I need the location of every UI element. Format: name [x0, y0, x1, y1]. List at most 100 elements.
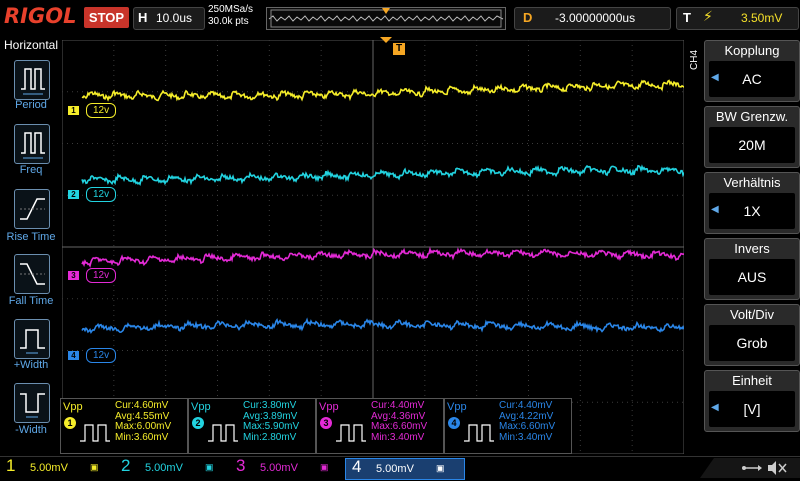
measurement-panel-ch3[interactable]: Vpp 3 Cur:4.40mV Avg:4.36mV Max:6.60mV M…: [316, 398, 444, 454]
channel-vdiv: 5.00mV: [145, 462, 183, 474]
measure-max: Max:6.60mV: [499, 421, 556, 432]
negative-width-icon: [20, 393, 45, 418]
measure-min: Min:3.60mV: [115, 431, 169, 443]
measure-cur: Cur:4.60mV: [115, 400, 169, 411]
rise-time-button[interactable]: [14, 189, 50, 229]
ac-coupling-icon: ▣: [205, 462, 214, 472]
channel-vdiv: 5.00mV: [376, 463, 414, 475]
menu-value: [V]: [709, 391, 795, 427]
status-area: [700, 458, 800, 478]
memory-waveform-thumbnail: [268, 8, 504, 28]
trigger-position-marker: [382, 8, 390, 14]
left-arrow-icon: ◀: [711, 204, 719, 215]
menu-kopplung[interactable]: Kopplung AC ◀: [704, 40, 800, 102]
negative-width-button[interactable]: [14, 383, 50, 423]
channel-number: 4: [352, 457, 362, 476]
menu-title: Einheit: [732, 373, 772, 388]
period-icon: [21, 68, 45, 95]
positive-width-label: +Width: [13, 359, 49, 371]
delay-box[interactable]: D -3.00000000us: [514, 7, 671, 30]
trigger-position-icon: [380, 37, 392, 43]
measure-type: Vpp: [191, 401, 211, 413]
menu-title: Kopplung: [724, 43, 780, 58]
timebase-value: 10.0us: [156, 11, 193, 25]
measure-cur: Cur:4.40mV: [499, 400, 553, 411]
channel-2-tab[interactable]: 2 5.00mV ▣: [115, 456, 227, 478]
channel-3-tab[interactable]: 3 5.00mV ▣: [230, 456, 342, 478]
measure-values: Cur:4.40mV Avg:4.36mV Max:6.60mV Min:3.4…: [371, 400, 428, 443]
channel-number: 3: [236, 456, 246, 475]
memory-overview-bar[interactable]: [266, 7, 506, 30]
channel-1-tab[interactable]: 1 5.00mV ▣: [0, 456, 112, 478]
measure-max: Max:5.90mV: [243, 421, 300, 432]
menu-channel-tag: CH4: [689, 49, 700, 70]
frequency-icon: [21, 132, 45, 159]
menu-volt-div[interactable]: Volt/Div Grob: [704, 304, 800, 366]
measure-channel-badge: 3: [320, 417, 332, 429]
timebase-box[interactable]: H 10.0us: [133, 7, 205, 30]
ch2-level-marker[interactable]: 2: [68, 190, 79, 199]
left-arrow-icon: ◀: [711, 402, 719, 413]
menu-unit[interactable]: Einheit [V] ◀: [704, 370, 800, 432]
channel-vdiv: 5.00mV: [260, 462, 298, 474]
menu-value: 20M: [709, 127, 795, 163]
measure-type: Vpp: [319, 401, 339, 413]
horizontal-label: H: [138, 10, 148, 25]
trigger-time-marker[interactable]: T: [393, 43, 405, 55]
ch1-scale-tag: 12v: [86, 103, 117, 118]
menu-bw-limit[interactable]: BW Grenzw. 20M: [704, 106, 800, 168]
period-label: Period: [15, 99, 47, 111]
menu-title: BW Grenzw.: [715, 109, 789, 124]
delay-label: D: [523, 10, 533, 25]
ac-coupling-icon: ▣: [320, 462, 329, 472]
measurement-panel-ch2[interactable]: Vpp 2 Cur:3.80mV Avg:3.89mV Max:5.90mV M…: [188, 398, 316, 454]
pulse-icon: [464, 424, 494, 442]
menu-title: Verhältnis: [723, 175, 781, 190]
right-channel-menu: Kopplung AC ◀ BW Grenzw. 20M Verhältnis …: [700, 40, 800, 456]
measure-min: Min:3.40mV: [371, 431, 425, 443]
fall-time-label: Fall Time: [8, 295, 54, 307]
memory-depth: 30.0k pts: [208, 16, 249, 27]
ch1-level-marker[interactable]: 1: [68, 106, 79, 115]
channel-number: 2: [121, 456, 131, 475]
ch3-level-marker[interactable]: 3: [68, 271, 79, 280]
channel-number: 1: [6, 456, 16, 475]
measure-values: Cur:4.60mV Avg:4.55mV Max:6.00mV Min:3.6…: [115, 400, 172, 443]
ch4-scale-tag: 12v: [86, 348, 117, 363]
run-stop-button[interactable]: STOP: [84, 7, 129, 28]
period-button[interactable]: [14, 60, 50, 100]
measure-cur: Cur:3.80mV: [243, 400, 297, 411]
menu-value: AC: [709, 61, 795, 97]
trigger-edge-icon: ⚡: [703, 9, 713, 25]
positive-width-button[interactable]: [14, 319, 50, 359]
pulse-icon: [336, 424, 366, 442]
channel-4-tab-active[interactable]: 4 5.00mV ▣: [345, 457, 465, 480]
freq-button[interactable]: [14, 124, 50, 164]
measure-values: Cur:3.80mV Avg:3.89mV Max:5.90mV Min:2.8…: [243, 400, 300, 443]
menu-value: 1X: [709, 193, 795, 229]
trigger-box[interactable]: T ⚡ 3.50mV: [676, 7, 799, 30]
ch3-scale-tag: 12v: [86, 268, 117, 283]
ac-coupling-icon: ▣: [90, 462, 99, 472]
rise-time-label: Rise Time: [6, 231, 56, 243]
pulse-icon: [80, 424, 110, 442]
waveform-display[interactable]: [62, 40, 684, 454]
measurement-panel-ch1[interactable]: Vpp 1 Cur:4.60mV Avg:4.55mV Max:6.00mV M…: [60, 398, 188, 454]
ch4-level-marker[interactable]: 4: [68, 351, 79, 360]
menu-probe-ratio[interactable]: Verhältnis 1X ◀: [704, 172, 800, 234]
menu-invert[interactable]: Invers AUS: [704, 238, 800, 300]
negative-width-label: -Width: [15, 424, 47, 436]
delay-value: -3.00000000us: [555, 11, 636, 25]
rise-time-icon: [20, 198, 45, 220]
measure-max: Max:6.00mV: [115, 421, 172, 432]
measurement-panel-ch4[interactable]: Vpp 4 Cur:4.40mV Avg:4.22mV Max:6.60mV M…: [444, 398, 572, 454]
fall-time-button[interactable]: [14, 254, 50, 294]
measure-min: Min:3.40mV: [499, 431, 553, 443]
measure-min: Min:2.80mV: [243, 431, 297, 443]
freq-label: Freq: [19, 164, 43, 176]
measure-type: Vpp: [447, 401, 467, 413]
measure-type: Vpp: [63, 401, 83, 413]
fall-time-icon: [20, 263, 45, 285]
menu-value: Grob: [709, 325, 795, 361]
measure-max: Max:6.60mV: [371, 421, 428, 432]
